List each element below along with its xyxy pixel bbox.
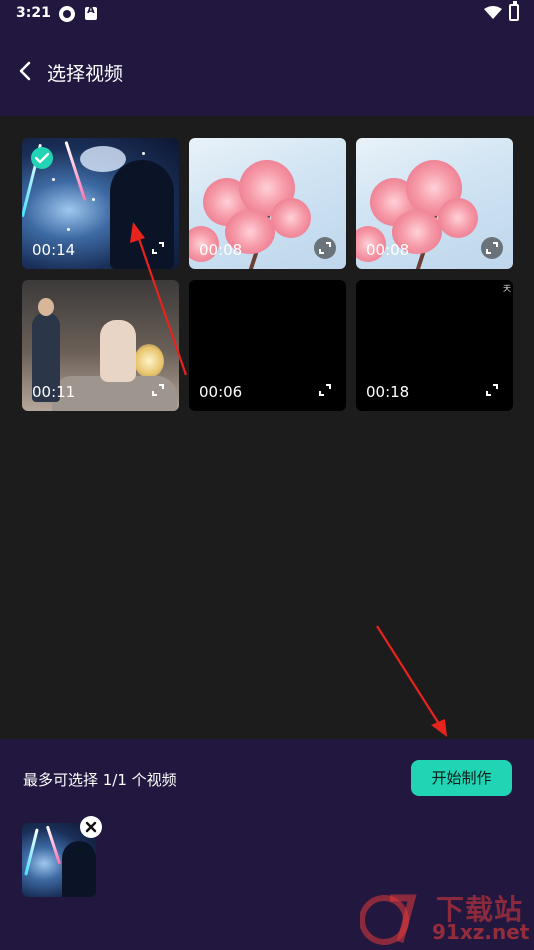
video-duration: 00:08 (199, 241, 243, 259)
status-bar: 3:21 (0, 0, 534, 28)
start-making-button[interactable]: 开始制作 (411, 760, 512, 796)
wifi-icon (484, 6, 502, 19)
notification-app-icon (59, 6, 75, 22)
selection-limit-text: 最多可选择 1/1 个视频 (23, 771, 177, 789)
corner-badge: 天 (503, 284, 511, 293)
video-tile-3[interactable]: 00:08 (356, 138, 513, 269)
watermark-logo (360, 894, 417, 945)
preview-expand-icon[interactable] (314, 379, 336, 401)
remove-selected-button[interactable] (80, 816, 102, 838)
preview-expand-icon[interactable] (314, 237, 336, 259)
close-icon (85, 821, 97, 833)
preview-expand-icon[interactable] (147, 237, 169, 259)
status-time: 3:21 (16, 5, 51, 21)
video-tile-5[interactable]: 00:06 (189, 280, 346, 411)
selected-check-icon (31, 147, 53, 169)
video-duration: 00:11 (32, 383, 76, 401)
watermark-url: 91xz.net (432, 920, 530, 944)
back-button[interactable] (14, 58, 38, 84)
battery-icon (509, 1, 519, 21)
video-tile-6[interactable]: 天 00:18 (356, 280, 513, 411)
video-tile-2[interactable]: 00:08 (189, 138, 346, 269)
preview-expand-icon[interactable] (481, 379, 503, 401)
video-tile-4[interactable]: 00:11 (22, 280, 179, 411)
video-duration: 00:08 (366, 241, 410, 259)
preview-expand-icon[interactable] (147, 379, 169, 401)
video-duration: 00:14 (32, 241, 76, 259)
video-duration: 00:18 (366, 383, 410, 401)
chevron-left-icon (19, 61, 31, 81)
notification-a-icon (85, 5, 97, 20)
video-tile-1[interactable]: 00:14 (22, 138, 179, 269)
app-screen: 3:21 选择视频 00:14 (0, 0, 534, 950)
video-duration: 00:06 (199, 383, 243, 401)
page-title: 选择视频 (47, 63, 124, 85)
preview-expand-icon[interactable] (481, 237, 503, 259)
annotation-arrow (376, 625, 447, 737)
top-bar: 3:21 选择视频 (0, 0, 534, 116)
